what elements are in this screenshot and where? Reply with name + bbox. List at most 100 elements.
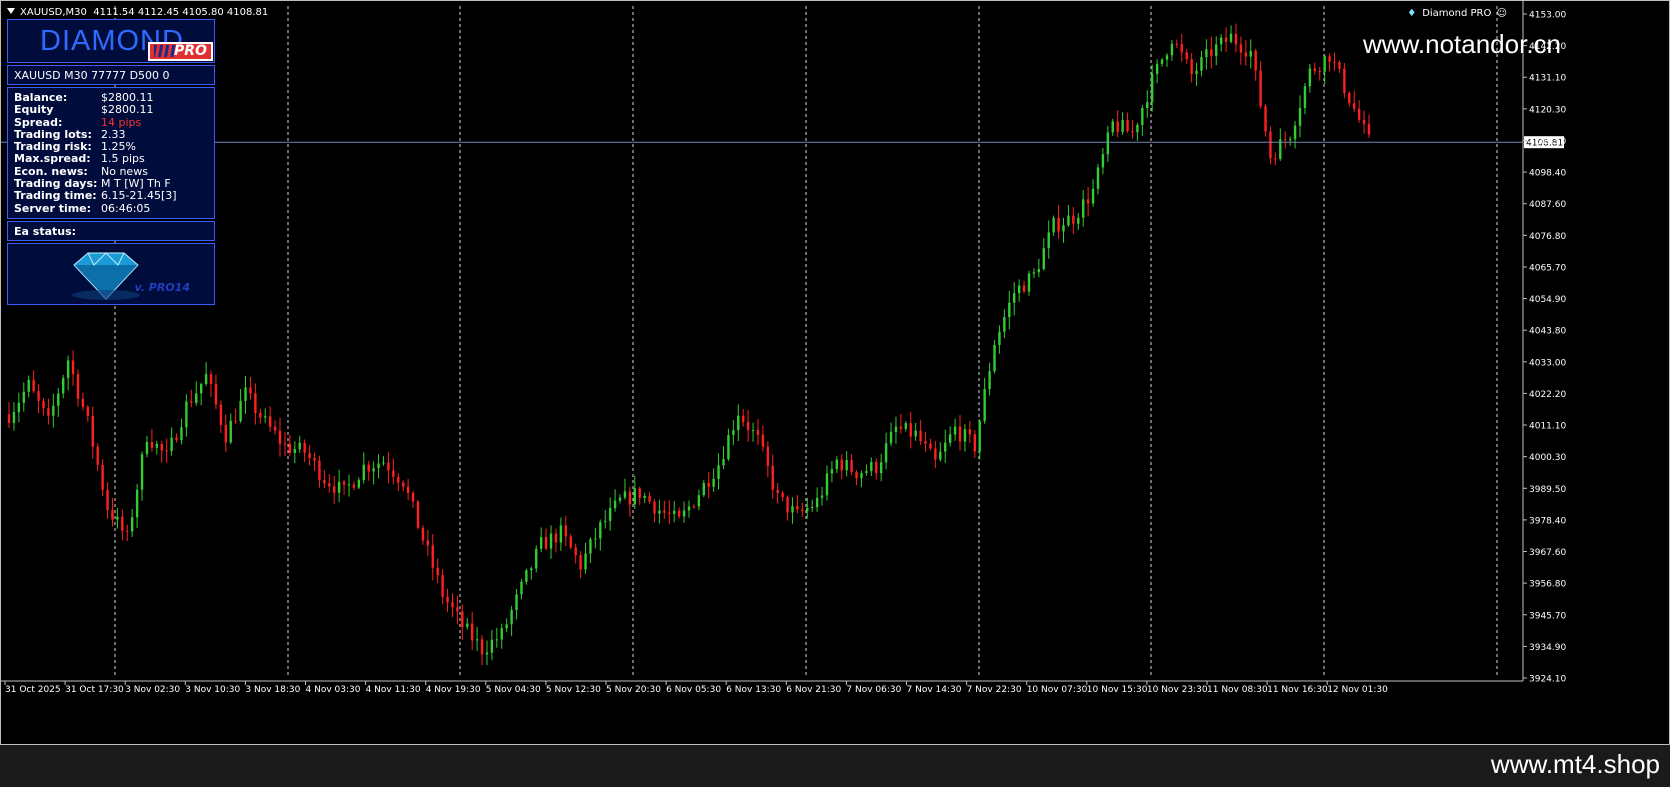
symbol-header: XAUUSD,M30 4111.54 4112.45 4105.80 4108.… [7,7,268,18]
candle-body [919,430,922,442]
candle-body [687,506,691,511]
candle-body [673,510,676,514]
candle-body [175,437,178,441]
candle-body [140,454,144,490]
candle-body [1121,119,1124,132]
candle-body [1116,121,1119,132]
candle-body [510,610,513,625]
price-chart[interactable]: 4108.814153.004142.204131.104120.304109.… [1,1,1670,746]
candle-body [219,404,223,425]
candle-body [397,476,400,483]
stat-label: Server time: [14,201,92,215]
candle-body [1052,217,1055,233]
candle-body [426,540,430,546]
candle-body [668,512,671,514]
y-tick-label: 4054.90 [1529,295,1566,305]
y-tick-label: 3945.70 [1529,611,1566,621]
candle-body [81,398,85,407]
candle-body [367,464,370,472]
candle-body [732,430,735,436]
candle-body [1077,217,1080,224]
candle-body [293,449,296,453]
candle-body [362,464,365,480]
candle-body [1274,158,1277,160]
candle-body [850,460,853,473]
candle-body [283,443,287,445]
candle-body [485,652,489,655]
candle-body [1042,248,1045,269]
candle-body [116,516,119,520]
candle-body [539,537,543,549]
candle-body [1126,119,1129,132]
candle-body [1362,119,1366,124]
candle-body [121,516,124,531]
candle-body [707,482,710,487]
candle-body [584,553,587,570]
candle-body [47,408,50,416]
x-tick-label: 5 Nov 20:30 [606,685,661,695]
stat-value: 1.5 pips [101,152,145,166]
candle-body [1086,199,1090,204]
candle-body [195,393,198,403]
candle-body [929,443,932,449]
candle-body [865,471,868,474]
candle-body [939,451,942,460]
candle-body [1165,55,1169,60]
candle-body [214,384,218,405]
candle-body [1357,108,1361,120]
footer-bar: www.mt4.shop [0,745,1670,787]
candle-body [1170,43,1174,56]
candle-body [1239,44,1243,53]
candle-body [62,378,65,394]
x-tick-label: 31 Oct 2025 [5,685,61,695]
stat-label: Trading time: [14,189,97,203]
candle-body [599,522,602,539]
candle-body [835,459,839,470]
candle-body [1215,44,1218,57]
candle-body [456,607,459,612]
candle-body [1057,217,1060,232]
candle-body [323,479,326,484]
smiley-icon[interactable]: ☺ [1497,8,1507,19]
candle-body [170,437,173,452]
watermark-top: www.notandor.cn [1363,29,1562,59]
x-tick-label: 4 Nov 19:30 [426,685,481,695]
candle-body [1348,93,1351,104]
y-tick-label: 4087.60 [1529,200,1566,210]
candle-body [27,379,30,392]
x-tick-label: 5 Nov 04:30 [486,685,541,695]
candle-body [1303,86,1307,108]
chart-area[interactable]: 4108.81 4153.00 4142.20 4131.10 4120.30 4109.… [0,0,1670,745]
candle-body [441,575,444,597]
y-tick-label: 3924.10 [1529,675,1566,685]
candle-body [1003,317,1006,332]
x-tick-label: 7 Nov 22:30 [967,685,1022,695]
candle-body [781,492,784,498]
candle-body [1288,139,1292,141]
candle-body [525,570,528,582]
candle-body [1269,131,1272,159]
candle-body [944,442,947,452]
candle-body [653,501,656,514]
candle-body [1338,62,1341,69]
candle-body [717,465,720,479]
candle-body [544,537,548,549]
candle-body [549,533,553,549]
dropdown-triangle-icon[interactable] [7,8,15,14]
candle-body [1190,59,1193,75]
x-tick-label: 10 Nov 07:30 [1027,685,1088,695]
pro-stripes-icon [154,45,176,57]
candle-body [392,470,395,477]
candle-body [234,420,237,422]
candle-body [1091,188,1095,204]
stat-row: Max.spread: 1.5 pips [14,152,214,166]
x-tick-label: 7 Nov 06:30 [846,685,901,695]
candle-body [37,391,40,401]
candle-body [352,484,356,488]
candle-body [135,489,139,518]
candle-body [604,520,607,523]
y-tick-label: 4022.20 [1529,390,1566,400]
candle-body [1205,49,1208,58]
candle-body [180,427,183,441]
candle-body [633,488,636,505]
